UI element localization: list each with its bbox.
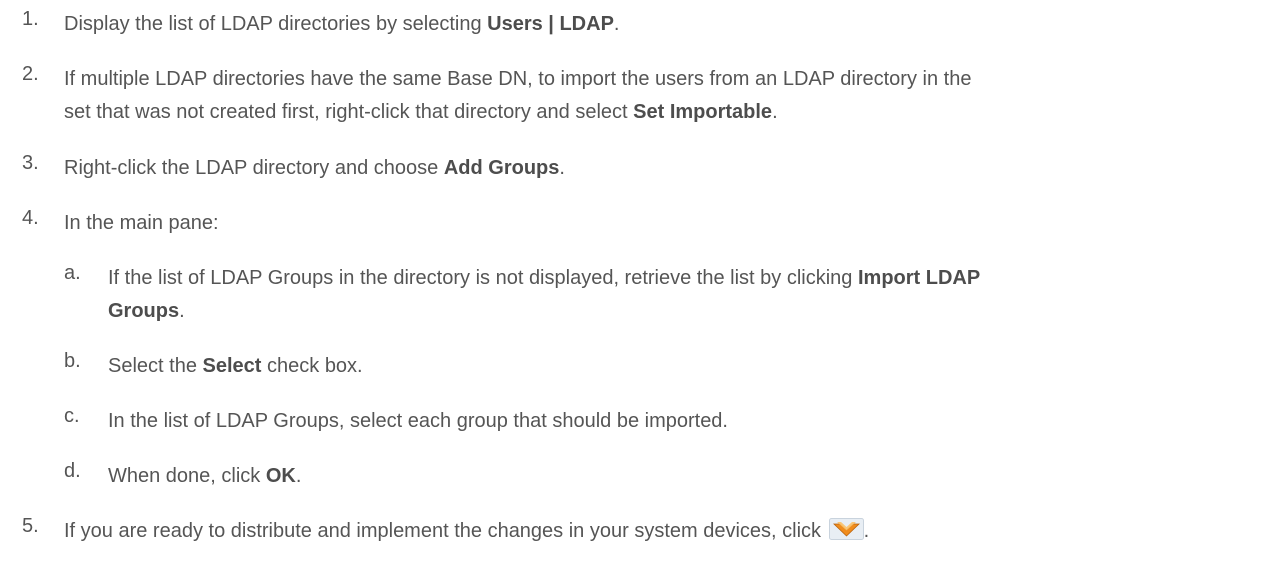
step-text: check box. <box>261 355 363 377</box>
punctuation: . <box>772 101 778 123</box>
step-text: Select the <box>108 355 203 377</box>
step-text: In the main pane: <box>64 212 219 234</box>
punctuation: . <box>295 465 302 487</box>
step-text: If the list of LDAP Groups in the direct… <box>108 267 858 289</box>
menu-command: Set Importable <box>633 101 773 123</box>
button-name: OK <box>265 465 296 487</box>
substep-letter: d. <box>64 460 81 482</box>
menu-path: Users | LDAP <box>487 13 614 35</box>
button-name: Import LDAP <box>857 267 981 289</box>
step-text: In the list of LDAP Groups, select each … <box>108 410 728 432</box>
punctuation: . <box>863 520 870 542</box>
step-text: When done, click <box>108 465 266 487</box>
substep-text-line-1: If the list of LDAP Groups in the direct… <box>108 262 1248 295</box>
step-text-line-1: If multiple LDAP directories have the sa… <box>64 68 972 90</box>
step-text: Display the list of LDAP directories by … <box>64 13 488 35</box>
step-text-line-2: set that was not created first, right-cl… <box>64 96 1249 129</box>
punctuation: . <box>613 13 620 35</box>
substep-letter: a. <box>64 262 81 284</box>
step-text: Right-click the LDAP directory and choos… <box>64 157 444 179</box>
step-number: 1. <box>22 8 39 30</box>
step-text: If you are ready to distribute and imple… <box>64 520 827 542</box>
instructions-document: 1. Display the list of LDAP directories … <box>0 0 1266 561</box>
checkbox-name: Select <box>202 355 262 377</box>
substep-text-line-2: Groups. <box>108 295 1248 328</box>
punctuation: . <box>179 300 185 322</box>
step-text: set that was not created first, right-cl… <box>64 101 634 123</box>
install-policy-icon[interactable] <box>828 517 864 540</box>
step-number: 2. <box>22 63 39 85</box>
step-number: 3. <box>22 152 39 174</box>
punctuation: . <box>559 157 565 179</box>
substep-letter: b. <box>64 350 81 372</box>
substep-letter: c. <box>64 405 80 427</box>
button-name: Groups <box>108 300 180 322</box>
step-number: 5. <box>22 515 39 537</box>
step-number: 4. <box>22 207 39 229</box>
menu-command: Add Groups <box>443 157 560 179</box>
